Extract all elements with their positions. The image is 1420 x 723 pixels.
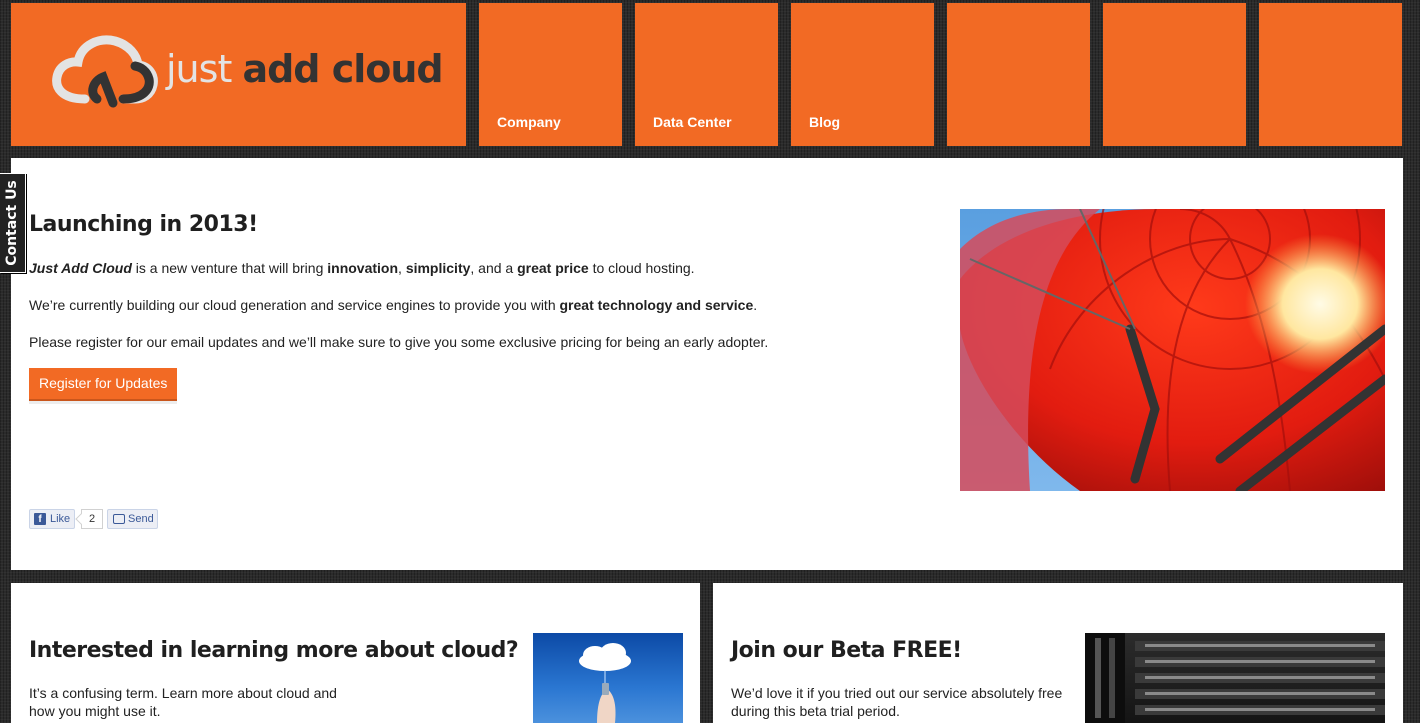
nav-tile-empty-2[interactable] [1103, 3, 1246, 146]
text-fragment: , [398, 260, 406, 276]
emphasis-innovation: innovation [327, 260, 399, 276]
hero-paragraph-2: We’re currently building our cloud gener… [29, 298, 757, 312]
learn-cloud-title: Interested in learning more about cloud? [29, 638, 519, 663]
send-icon [113, 514, 125, 524]
server-illustration [1085, 633, 1385, 723]
emphasis-simplicity: simplicity [405, 260, 471, 276]
nav-tile-data-center[interactable]: Data Center [635, 3, 778, 146]
beta-card: Join our Beta FREE! We’d love it if you … [713, 583, 1403, 723]
facebook-like-button[interactable]: f Like [29, 509, 75, 529]
contact-us-label: Contact Us [4, 180, 20, 266]
cloud-illustration [579, 643, 631, 723]
hero-paragraph-3: Please register for our email updates an… [29, 334, 769, 350]
text-fragment: to cloud hosting. [588, 260, 695, 276]
beta-text: We’d love it if you tried out our servic… [731, 685, 1063, 719]
hot-air-balloon-image [960, 209, 1385, 491]
brand-name: Just Add Cloud [29, 260, 132, 276]
cloud-hand-image [533, 633, 683, 723]
like-label: Like [50, 513, 71, 525]
facebook-icon: f [34, 513, 46, 525]
text-fragment: is a new venture that will bring [131, 260, 328, 276]
nav-label-blog: Blog [809, 114, 841, 130]
send-label: Send [128, 513, 154, 525]
hero-panel: Launching in 2013! Just Add Cloud is a n… [11, 158, 1403, 570]
text-fragment: . [753, 297, 758, 313]
learn-cloud-text: It’s a confusing term. Learn more about … [29, 685, 337, 719]
learn-cloud-card: Interested in learning more about cloud?… [11, 583, 700, 723]
nav-tile-empty-3[interactable] [1259, 3, 1402, 146]
text-fragment: , and a [470, 260, 518, 276]
beta-title: Join our Beta FREE! [731, 638, 962, 663]
register-button[interactable]: Register for Updates [29, 368, 178, 401]
contact-us-tab[interactable]: Contact Us [0, 173, 26, 273]
logo-word-add-cloud: add cloud [242, 47, 443, 91]
balloon-illustration [960, 209, 1385, 491]
server-rack-image [1085, 633, 1385, 723]
logo-word-just: just [166, 47, 232, 91]
nav-tile-company[interactable]: Company [479, 3, 622, 146]
logo-tile[interactable]: just add cloud [11, 3, 466, 146]
hero-title: Launching in 2013! [29, 212, 258, 237]
logo-wordmark: just add cloud [166, 47, 444, 91]
text-fragment: We’re currently building our cloud gener… [29, 297, 560, 313]
nav-tile-empty-1[interactable] [947, 3, 1090, 146]
facebook-send-button[interactable]: Send [107, 509, 158, 529]
nav-label-company: Company [497, 114, 561, 130]
nav-label-data-center: Data Center [653, 114, 732, 130]
like-count: 2 [81, 509, 103, 529]
cloud-logo-icon [52, 35, 158, 108]
hero-paragraph-1: Just Add Cloud is a new venture that wil… [29, 261, 695, 275]
nav-tile-blog[interactable]: Blog [791, 3, 934, 146]
emphasis-great-price: great price [517, 260, 589, 276]
emphasis-technology-service: great technology and service [559, 297, 754, 313]
